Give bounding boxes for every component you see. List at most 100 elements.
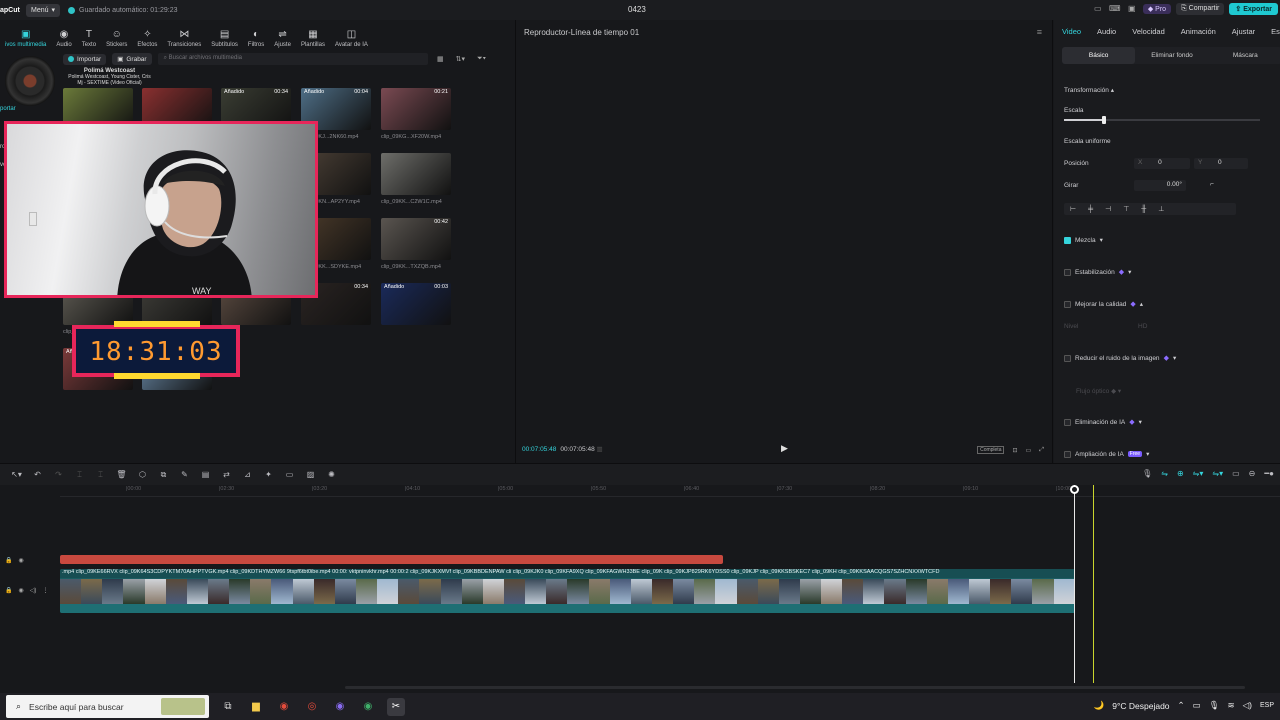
tool-text[interactable]: T Texto [77, 29, 101, 48]
align-top-icon[interactable]: ⊤ [1123, 205, 1129, 213]
inspector-tab-1[interactable]: Audio [1097, 27, 1116, 44]
eye-icon[interactable]: ◉ [18, 587, 23, 594]
task-view-icon[interactable]: ⧉ [219, 698, 237, 716]
layout-icon[interactable]: ▭ [1092, 3, 1104, 15]
pro-button[interactable]: ◆ Pro [1142, 4, 1172, 14]
crop-icon[interactable]: ⧉ [153, 470, 174, 480]
hamburger-icon[interactable]: ≡ [1037, 27, 1042, 37]
playhead[interactable] [1070, 485, 1079, 683]
split-right-icon[interactable]: ⌶ [90, 470, 111, 480]
filter-icon[interactable]: ⏷▾ [477, 55, 486, 63]
align-right-icon[interactable]: ⊣ [1105, 205, 1111, 213]
inspector-tab-2[interactable]: Velocidad [1132, 27, 1165, 44]
app-icon[interactable]: ◎ [303, 698, 321, 716]
timeline-ruler[interactable]: |00:00 |02:30 |03:20 |04:10 |05:00 |05:50 |06:… [60, 485, 1280, 497]
import-button[interactable]: Importar [63, 53, 107, 65]
chrome-profile-icon[interactable]: ◉ [331, 698, 349, 716]
chrome-alt-icon[interactable]: ◉ [359, 698, 377, 716]
subtab-mask[interactable]: Máscara [1209, 47, 1280, 64]
tool-avatar[interactable]: ◫ Avatar de IA [330, 29, 373, 48]
align-left-icon[interactable]: ⊢ [1070, 205, 1076, 213]
share-button[interactable]: ⎘ Compartir [1176, 3, 1225, 15]
timeline-scrollbar[interactable] [345, 686, 1245, 689]
chrome-icon[interactable]: ◉ [275, 698, 293, 716]
tool-sticker[interactable]: ☺ Stickers [101, 29, 132, 48]
media-thumbnail[interactable]: 00:21 [381, 88, 451, 130]
project-name[interactable]: 0423 [628, 5, 646, 14]
position-x-input[interactable]: X 0 [1134, 158, 1190, 169]
reverse-icon[interactable]: ⇄ [216, 470, 237, 479]
file-explorer-icon[interactable]: ▆ [247, 698, 265, 716]
freeze-icon[interactable]: ▤ [195, 470, 216, 479]
marker-icon[interactable]: ⬡ [132, 470, 153, 479]
language-indicator[interactable]: ESP [1260, 702, 1274, 709]
menu-button[interactable]: Menú ▾ [26, 3, 61, 17]
align-center-icon[interactable]: ╪ [1088, 206, 1093, 213]
shortcut-icon[interactable]: ⌨ [1109, 3, 1121, 15]
capcut-icon[interactable]: ✂ [387, 697, 405, 716]
audio-icon[interactable]: ◁) [30, 587, 37, 594]
select-tool-icon[interactable]: ↖▾ [6, 470, 27, 479]
align-middle-icon[interactable]: ╫ [1141, 206, 1146, 213]
snap-icon[interactable]: ⇋▾ [1193, 469, 1204, 478]
subtab-basic[interactable]: Básico [1062, 47, 1136, 64]
caption-icon[interactable]: ▭ [1232, 469, 1240, 478]
play-button[interactable]: ▶ [781, 443, 788, 454]
sidebar-item-import[interactable]: portar [0, 106, 16, 112]
blend-checkbox[interactable] [1064, 236, 1071, 244]
grid-view-icon[interactable]: ▦ [437, 55, 444, 63]
wifi-icon[interactable]: ≋ [1227, 700, 1234, 711]
tool-audio[interactable]: ◉ Audio [51, 29, 76, 48]
enhance-section[interactable]: Mejorar la calidad ◆ ▴ [1064, 300, 1143, 308]
stabilize-checkbox[interactable] [1064, 268, 1071, 276]
timeline-icon[interactable]: ▥ [597, 446, 603, 453]
delete-icon[interactable]: 🗑 [111, 470, 132, 479]
inspector-tab-4[interactable]: Ajustar [1232, 27, 1255, 44]
tool-transitions[interactable]: ⋈ Transiciones [162, 29, 206, 48]
chevron-up-icon[interactable]: ⌃ [1178, 700, 1185, 711]
inspector-tab-0[interactable]: Video [1062, 27, 1081, 44]
zoom-slider[interactable]: ━● [1264, 469, 1274, 478]
tool-subtitles[interactable]: ▤ Subtítulos [206, 29, 243, 48]
weather-text[interactable]: 9°C Despejado [1112, 701, 1169, 711]
media-thumbnail[interactable]: 00:42 [381, 218, 451, 260]
lock-icon[interactable]: 🔒 [5, 587, 12, 594]
inspector-tab-5[interactable]: Estil [1271, 27, 1280, 44]
subtab-remove-bg[interactable]: Eliminar fondo [1135, 47, 1208, 64]
preview-axis-icon[interactable]: ⇋▾ [1212, 469, 1223, 478]
tool-effects[interactable]: ✧ Efectos [132, 29, 162, 48]
reset-rotate-icon[interactable]: ⌐ [1210, 181, 1214, 188]
ai-upscale-checkbox[interactable] [1064, 450, 1071, 458]
playhead-handle[interactable] [1070, 485, 1079, 494]
denoise-checkbox[interactable] [1064, 354, 1071, 362]
stabilize-section[interactable]: Estabilización ◆ ▾ [1064, 268, 1131, 276]
cutout-icon[interactable]: ▨ [300, 470, 321, 479]
volume-icon[interactable]: ◁) [1243, 700, 1252, 711]
split-icon[interactable]: ⌶ [69, 470, 90, 480]
draw-icon[interactable]: ✎ [174, 470, 195, 479]
media-search-input[interactable]: ⌕ Buscar archivos multimedia [157, 53, 428, 65]
link-icon[interactable]: ⇋ [1161, 469, 1168, 478]
magnet-icon[interactable]: ⊕ [1177, 469, 1184, 478]
ai-icon[interactable]: ✦ [258, 470, 279, 479]
network-icon[interactable]: ▭ [1193, 700, 1201, 711]
blend-section[interactable]: Mezcla ▾ [1064, 236, 1103, 244]
magic-icon[interactable]: ✺ [321, 470, 342, 479]
undo-icon[interactable]: ↶ [27, 470, 48, 479]
mic-icon[interactable]: 🎙 [1209, 700, 1220, 711]
microphone-icon[interactable]: 🎙 [1142, 469, 1152, 478]
record-button[interactable]: ▣ Grabar [112, 53, 152, 65]
ratio-button[interactable]: Completa [977, 446, 1005, 454]
taskbar-search[interactable]: ⌕ Escribe aquí para buscar [6, 695, 209, 718]
scale-slider[interactable] [1064, 116, 1260, 124]
resize-icon[interactable]: ▭ [279, 470, 300, 479]
enhance-checkbox[interactable] [1064, 300, 1071, 308]
tool-templates[interactable]: ▦ Plantillas [296, 29, 330, 48]
optical-flow-dropdown[interactable]: Flujo óptico ◆ ▾ [1076, 387, 1121, 395]
eye-icon[interactable]: ◉ [18, 557, 23, 564]
window-icon[interactable]: ▣ [1126, 3, 1138, 15]
inspector-tab-3[interactable]: Animación [1181, 27, 1216, 44]
ai-upscale-section[interactable]: Ampliación de IA Free ▾ [1064, 450, 1149, 458]
denoise-section[interactable]: Reducir el ruido de la imagen ◆ ▾ [1064, 354, 1176, 362]
text-clip-track[interactable] [60, 555, 723, 564]
